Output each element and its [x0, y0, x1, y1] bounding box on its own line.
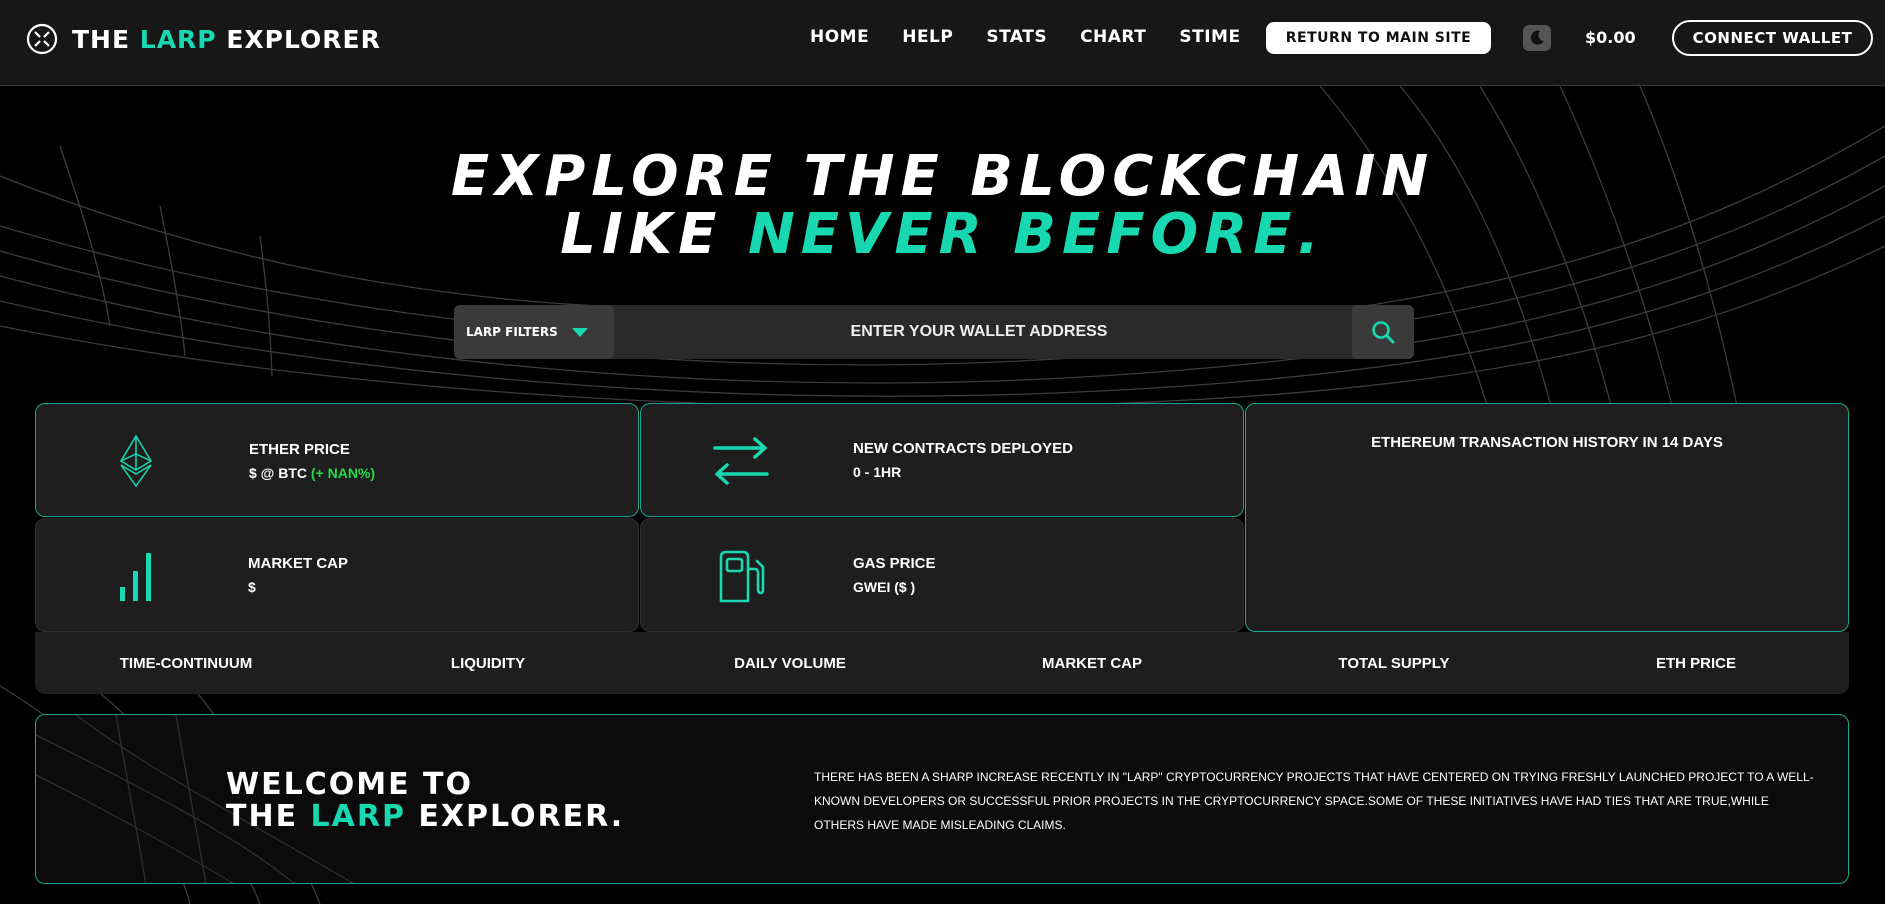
market-cap-card: MARKET CAP $: [35, 518, 639, 632]
hero-line-2-accent: NEVER BEFORE.: [747, 202, 1325, 267]
dark-mode-toggle[interactable]: [1523, 25, 1551, 51]
welcome-title: WELCOME TO THE LARP EXPLORER.: [226, 769, 624, 833]
logo-prefix: THE: [72, 24, 140, 54]
metric-total-supply[interactable]: TOTAL SUPPLY: [1243, 655, 1545, 672]
ether-price-change: (+ NAN%): [310, 465, 376, 481]
welcome-line-2-prefix: THE: [226, 799, 311, 834]
gas-price-card: GAS PRICE GWEI ($ ): [640, 518, 1244, 632]
transaction-history-title: ETHEREUM TRANSACTION HISTORY IN 14 DAYS: [1371, 434, 1723, 451]
new-contracts-title: NEW CONTRACTS DEPLOYED: [853, 440, 1074, 457]
metric-time-continuum[interactable]: TIME-CONTINUUM: [35, 655, 337, 672]
connect-wallet-button[interactable]: CONNECT WALLET: [1672, 20, 1873, 56]
new-contracts-card: NEW CONTRACTS DEPLOYED 0 - 1HR: [640, 403, 1244, 517]
compass-logo-icon: [26, 23, 58, 55]
gas-price-value: GWEI ($ ): [853, 579, 916, 595]
welcome-title-line-1: WELCOME TO: [226, 767, 473, 802]
wallet-search-bar: LARP FILTERS: [454, 305, 1414, 359]
hero-line-2: LIKE NEVER BEFORE.: [0, 206, 1885, 264]
welcome-section: WELCOME TO THE LARP EXPLORER. There has …: [35, 714, 1849, 884]
moon-icon: [1530, 30, 1544, 45]
transaction-history-card: ETHEREUM TRANSACTION HISTORY IN 14 DAYS: [1245, 403, 1849, 632]
signal-bars-icon: [116, 549, 156, 603]
metric-eth-price[interactable]: ETH PRICE: [1545, 655, 1847, 672]
metric-liquidity[interactable]: LIQUIDITY: [337, 655, 639, 672]
ether-price-card: ETHER PRICE $ @ BTC (+ NAN%): [35, 403, 639, 517]
welcome-title-line-2: THE LARP EXPLORER.: [226, 801, 624, 833]
market-cap-title: MARKET CAP: [248, 555, 348, 572]
ether-price-value: $ @ BTC (+ NAN%): [249, 465, 375, 481]
nav-stime[interactable]: STIME: [1179, 27, 1240, 47]
gas-price-title: GAS PRICE: [853, 555, 936, 572]
welcome-line-2-accent: LARP: [310, 799, 406, 834]
logo-suffix: EXPLORER: [216, 24, 381, 54]
metrics-bar: TIME-CONTINUUM LIQUIDITY DAILY VOLUME MA…: [35, 632, 1849, 694]
top-navbar: THE LARP EXPLORER HOME HELP STATS CHART …: [0, 0, 1885, 86]
search-button[interactable]: [1352, 305, 1414, 359]
ether-price-title: ETHER PRICE: [249, 441, 350, 458]
nav-stats[interactable]: STATS: [986, 27, 1047, 47]
welcome-line-2-suffix: EXPLORER.: [405, 799, 625, 834]
larp-filters-dropdown[interactable]: LARP FILTERS: [454, 305, 614, 359]
transfer-arrows-icon: [711, 436, 771, 486]
hero-heading: EXPLORE THE BLOCKCHAIN LIKE NEVER BEFORE…: [0, 148, 1885, 264]
new-contracts-value: 0 - 1HR: [853, 464, 902, 480]
logo-accent: LARP: [139, 24, 217, 54]
welcome-description: There has been a sharp increase recently…: [814, 770, 1814, 832]
nav-home[interactable]: HOME: [810, 27, 869, 47]
nav-chart[interactable]: CHART: [1080, 27, 1146, 47]
market-cap-value: $: [248, 579, 256, 595]
main-nav: HOME HELP STATS CHART STIME: [810, 27, 1274, 47]
wallet-address-input[interactable]: [614, 305, 1344, 359]
metric-daily-volume[interactable]: DAILY VOLUME: [639, 655, 941, 672]
wallet-balance: $0.00: [1585, 28, 1636, 47]
filters-label: LARP FILTERS: [466, 325, 558, 339]
nav-help[interactable]: HELP: [902, 27, 953, 47]
hero-line-2-prefix: LIKE: [560, 202, 748, 267]
hero-line-1: EXPLORE THE BLOCKCHAIN: [450, 144, 1435, 209]
site-logo[interactable]: THE LARP EXPLORER: [26, 23, 381, 55]
logo-text: THE LARP EXPLORER: [72, 25, 381, 54]
metric-market-cap[interactable]: MARKET CAP: [941, 655, 1243, 672]
gas-pump-icon: [716, 549, 766, 603]
ether-price-amount: $ @ BTC: [249, 465, 311, 481]
return-to-main-site-button[interactable]: RETURN TO MAIN SITE: [1266, 22, 1491, 54]
ethereum-icon: [116, 434, 156, 488]
search-icon: [1372, 321, 1395, 344]
caret-down-icon: [571, 327, 588, 337]
